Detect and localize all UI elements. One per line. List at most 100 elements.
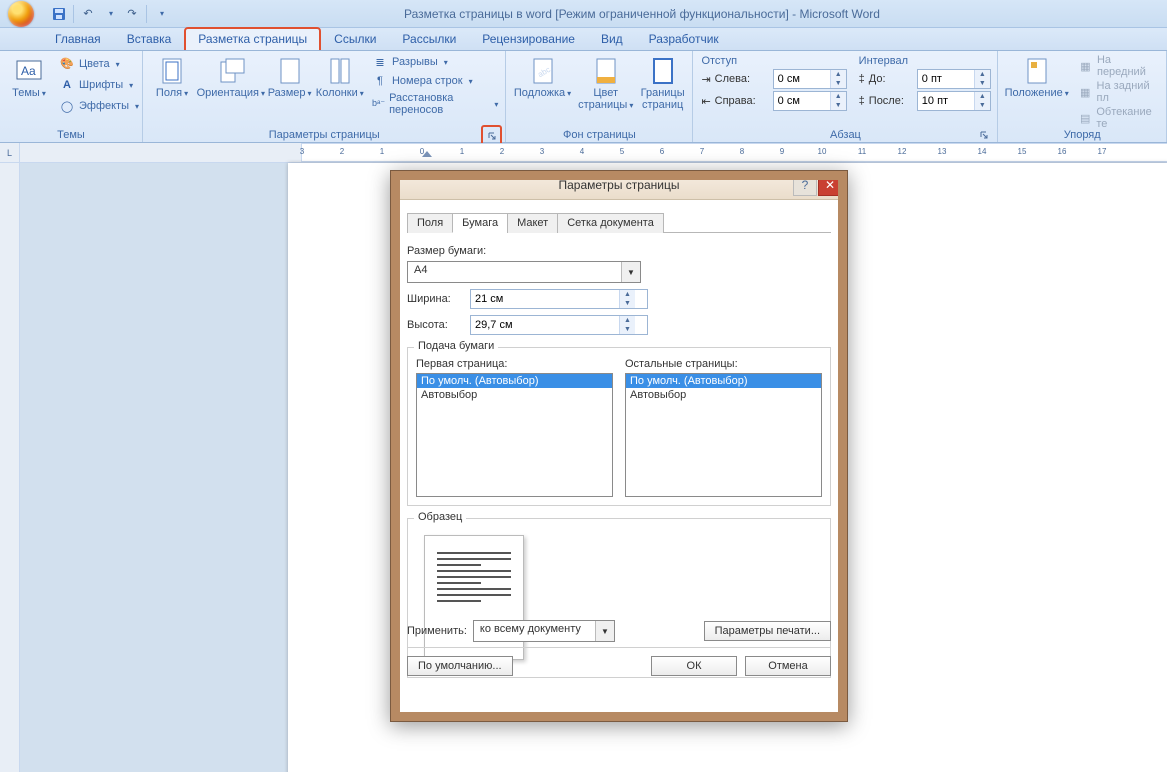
other-pages-label: Остальные страницы: xyxy=(625,358,822,370)
dlg-tab-grid[interactable]: Сетка документа xyxy=(557,213,664,233)
ribbon: Aa Темы 🎨Цвета AШрифты ◯Эффекты Темы Пол… xyxy=(0,51,1167,143)
list-item[interactable]: По умолч. (Автовыбор) xyxy=(626,374,821,388)
size-icon xyxy=(276,57,304,85)
orientation-button[interactable]: Ориентация xyxy=(197,53,265,100)
svg-text:Aa: Aa xyxy=(21,64,36,78)
ruler-number: 7 xyxy=(700,147,704,156)
indent-header: Отступ xyxy=(701,55,846,68)
indent-left-input[interactable]: ▲▼ xyxy=(773,69,847,89)
ruler-number: 0 xyxy=(420,147,424,156)
spacing-after-row: ‡ После: ▲▼ xyxy=(859,90,991,112)
hyphenation-icon: bᵃ⁻ xyxy=(372,96,385,112)
theme-effects[interactable]: ◯Эффекты xyxy=(56,97,142,115)
ruler-number: 9 xyxy=(780,147,784,156)
tab-review[interactable]: Рецензирование xyxy=(469,28,588,50)
group-title-themes: Темы xyxy=(4,127,138,142)
print-options-button[interactable]: Параметры печати... xyxy=(704,621,831,641)
theme-colors[interactable]: 🎨Цвета xyxy=(56,55,142,73)
spinner-up-icon[interactable]: ▲ xyxy=(831,70,846,79)
ruler-number: 17 xyxy=(1098,147,1107,156)
height-label: Высота: xyxy=(407,319,462,331)
position-button[interactable]: Положение xyxy=(1002,53,1071,100)
effects-icon: ◯ xyxy=(59,98,75,114)
tab-selector[interactable]: L xyxy=(0,143,20,162)
paper-size-combo[interactable]: A4 ▼ xyxy=(407,261,641,283)
columns-button[interactable]: Колонки xyxy=(315,53,365,100)
dlg-tab-layout[interactable]: Макет xyxy=(507,213,558,233)
apply-combo[interactable]: ко всему документу ▼ xyxy=(473,620,615,642)
dialog-help-button[interactable]: ? xyxy=(793,174,817,196)
tab-developer[interactable]: Разработчик xyxy=(636,28,732,50)
vertical-ruler[interactable] xyxy=(0,163,20,772)
qat-customize-icon[interactable] xyxy=(151,4,171,24)
send-back: ▦На задний пл xyxy=(1075,79,1162,105)
theme-fonts[interactable]: AШрифты xyxy=(56,76,142,94)
other-pages-listbox[interactable]: По умолч. (Автовыбор) Автовыбор xyxy=(625,373,822,497)
indent-right-input[interactable]: ▲▼ xyxy=(773,91,847,111)
wrap-icon: ▤ xyxy=(1078,110,1092,126)
size-button[interactable]: Размер xyxy=(265,53,315,100)
tab-view[interactable]: Вид xyxy=(588,28,636,50)
spinner-down-icon[interactable]: ▼ xyxy=(831,79,846,88)
cancel-button[interactable]: Отмена xyxy=(745,656,831,676)
first-page-label: Первая страница: xyxy=(416,358,613,370)
dialog-titlebar[interactable]: Параметры страницы ? ✕ xyxy=(391,171,847,200)
breaks-button[interactable]: ≣Разрывы xyxy=(369,53,501,71)
group-themes: Aa Темы 🎨Цвета AШрифты ◯Эффекты Темы xyxy=(0,51,143,142)
front-icon: ▦ xyxy=(1078,58,1093,74)
paper-source-frame: Подача бумаги Первая страница: По умолч.… xyxy=(407,347,831,506)
chevron-down-icon[interactable]: ▼ xyxy=(595,621,614,641)
tab-mailings[interactable]: Рассылки xyxy=(389,28,469,50)
hyphenation-button[interactable]: bᵃ⁻Расстановка переносов xyxy=(369,91,501,117)
spacing-after-input[interactable]: ▲▼ xyxy=(917,91,991,111)
tab-home[interactable]: Главная xyxy=(42,28,114,50)
horizontal-ruler[interactable]: 32101234567891011121314151617 xyxy=(20,143,1167,162)
margins-button[interactable]: Поля xyxy=(147,53,197,100)
ruler-number: 1 xyxy=(380,147,384,156)
themes-button[interactable]: Aa Темы xyxy=(4,53,54,100)
tab-references[interactable]: Ссылки xyxy=(321,28,389,50)
watermark-button[interactable]: abc Подложка xyxy=(510,53,574,100)
ruler-number: 2 xyxy=(340,147,344,156)
list-item[interactable]: Автовыбор xyxy=(417,388,612,402)
apply-label: Применить: xyxy=(407,625,467,637)
line-numbers-icon: ¶ xyxy=(372,73,388,89)
list-item[interactable]: По умолч. (Автовыбор) xyxy=(417,374,612,388)
dlg-tab-fields[interactable]: Поля xyxy=(407,213,453,233)
first-page-listbox[interactable]: По умолч. (Автовыбор) Автовыбор xyxy=(416,373,613,497)
page-setup-dialog: Параметры страницы ? ✕ Поля Бумага Макет… xyxy=(390,170,848,722)
ribbon-tabs: Главная Вставка Разметка страницы Ссылки… xyxy=(0,28,1167,51)
ruler-number: 11 xyxy=(858,147,866,156)
spacing-header: Интервал xyxy=(859,55,991,68)
line-numbers-button[interactable]: ¶Номера строк xyxy=(369,72,501,90)
width-label: Ширина: xyxy=(407,293,462,305)
ruler-number: 12 xyxy=(898,147,907,156)
default-button[interactable]: По умолчанию... xyxy=(407,656,513,676)
spacing-before-icon: ‡ xyxy=(859,73,865,85)
office-button[interactable] xyxy=(4,0,38,27)
dialog-close-button[interactable]: ✕ xyxy=(818,174,842,196)
tab-page-layout[interactable]: Разметка страницы xyxy=(184,27,321,50)
width-input[interactable]: ▲▼ xyxy=(470,289,648,309)
page-borders-icon xyxy=(649,57,677,85)
spacing-before-input[interactable]: ▲▼ xyxy=(917,69,991,89)
dlg-tab-paper[interactable]: Бумага xyxy=(452,213,508,233)
fonts-icon: A xyxy=(59,77,75,93)
page-borders-button[interactable]: Границы страниц xyxy=(637,53,689,111)
ok-button[interactable]: ОК xyxy=(651,656,737,676)
undo-icon[interactable]: ↶ xyxy=(78,4,98,24)
ruler-number: 16 xyxy=(1058,147,1067,156)
list-item[interactable]: Автовыбор xyxy=(626,388,821,402)
paragraph-launcher[interactable] xyxy=(977,128,991,142)
watermark-icon: abc xyxy=(529,57,557,85)
save-icon[interactable] xyxy=(49,4,69,24)
breaks-icon: ≣ xyxy=(372,54,388,70)
spacing-before-row: ‡ До: ▲▼ xyxy=(859,68,991,90)
quick-access-toolbar: ↶ ↷ xyxy=(43,2,177,26)
undo-more-icon[interactable] xyxy=(100,4,120,24)
height-input[interactable]: ▲▼ xyxy=(470,315,648,335)
tab-insert[interactable]: Вставка xyxy=(114,28,185,50)
page-color-button[interactable]: Цвет страницы xyxy=(575,53,637,112)
redo-icon[interactable]: ↷ xyxy=(122,4,142,24)
chevron-down-icon[interactable]: ▼ xyxy=(621,262,640,282)
